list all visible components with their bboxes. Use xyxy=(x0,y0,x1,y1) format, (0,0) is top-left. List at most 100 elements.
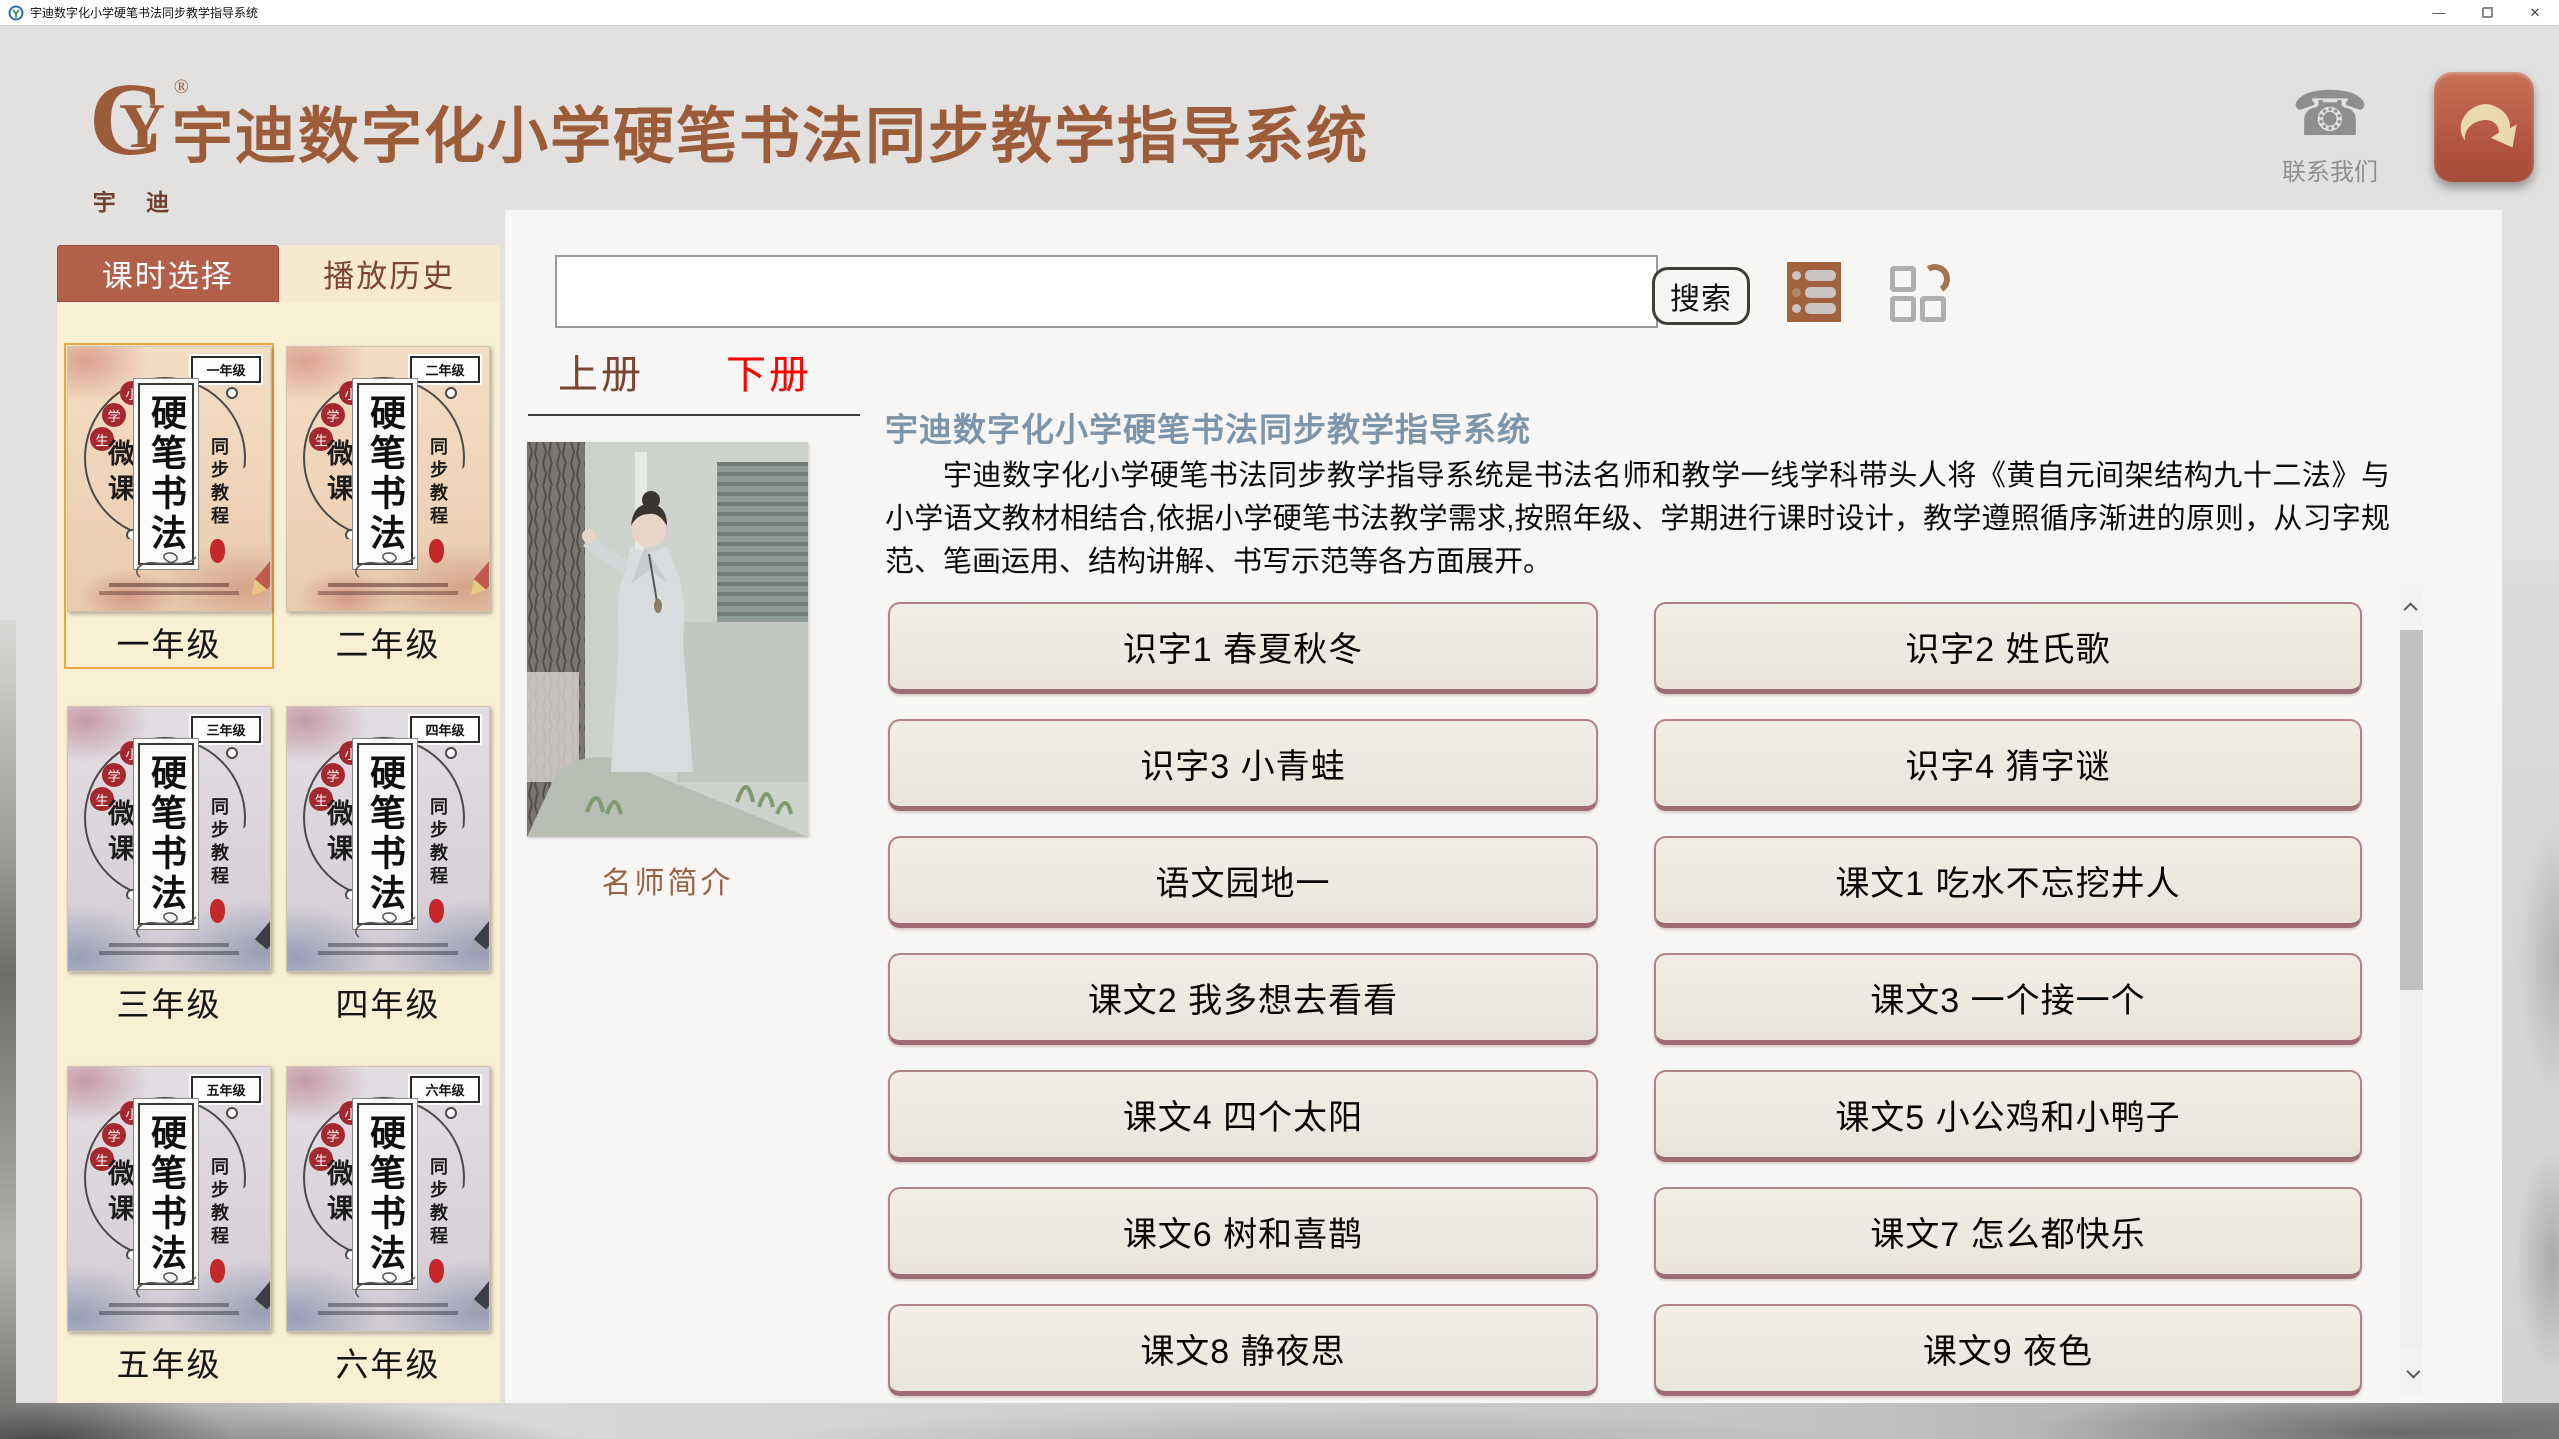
lesson-button[interactable]: 语文园地一 xyxy=(888,836,1598,928)
publisher-line xyxy=(109,943,229,947)
squiggle-decoration xyxy=(349,911,419,946)
red-seal xyxy=(210,899,225,923)
lesson-button[interactable]: 课文3 一个接一个 xyxy=(1654,953,2362,1045)
contact-label: 联系我们 xyxy=(2270,152,2390,187)
red-dot-char: 学 xyxy=(321,1123,345,1147)
grade-label: 三年级 xyxy=(67,978,271,1026)
teacher-caption[interactable]: 名师简介 xyxy=(527,858,808,902)
grade-badge: 一年级 xyxy=(191,356,261,383)
cover-sync-label: 同步教程 xyxy=(425,437,451,529)
cover-sync-label: 同步教程 xyxy=(425,797,451,889)
grade-badge: 五年级 xyxy=(191,1076,261,1103)
cover-title-banner: 硬笔书法 xyxy=(138,383,194,565)
lesson-button[interactable]: 课文9 夜色 xyxy=(1654,1304,2362,1396)
cover-microcourse-label: 微课 xyxy=(319,439,358,509)
red-seal xyxy=(429,539,444,563)
lesson-button[interactable]: 课文8 静夜思 xyxy=(888,1304,1598,1396)
cover-sync-label: 同步教程 xyxy=(206,797,232,889)
lesson-button[interactable]: 课文7 怎么都快乐 xyxy=(1654,1187,2362,1279)
logo-caption: 宇 迪 xyxy=(72,183,202,217)
lesson-button[interactable]: 识字1 春夏秋冬 xyxy=(888,602,1598,694)
publisher-line xyxy=(99,951,239,955)
lesson-button[interactable]: 课文1 吃水不忘挖井人 xyxy=(1654,836,2362,928)
cover-title-banner: 硬笔书法 xyxy=(357,743,413,925)
system-heading: 宇迪数字化小学硬笔书法同步教学指导系统 xyxy=(885,403,1531,451)
cover-title-banner: 硬笔书法 xyxy=(357,1103,413,1285)
ink-painting-left xyxy=(0,620,16,1410)
pencil-icon xyxy=(243,549,271,604)
cover-title-banner: 硬笔书法 xyxy=(138,743,194,925)
publisher-line xyxy=(318,951,458,955)
cover-title-text: 硬笔书法 xyxy=(359,1114,411,1274)
lesson-button[interactable]: 识字3 小青蛙 xyxy=(888,719,1598,811)
lesson-button[interactable]: 识字2 姓氏歌 xyxy=(1654,602,2362,694)
grade-card[interactable]: 二年级 小 学 生 微课 硬笔书法 同步教程 二年级 xyxy=(286,346,490,666)
cover-microcourse-label: 微课 xyxy=(100,1159,139,1229)
publisher-line xyxy=(328,1303,448,1307)
tab-volume-1[interactable]: 上册 xyxy=(558,342,644,400)
red-dot-char: 学 xyxy=(102,403,126,427)
cover-title-banner: 硬笔书法 xyxy=(138,1103,194,1285)
search-button[interactable]: 搜索 xyxy=(1652,267,1750,325)
grade-card[interactable]: 三年级 小 学 生 微课 硬笔书法 同步教程 三年级 xyxy=(67,706,271,1026)
cover-title-text: 硬笔书法 xyxy=(140,754,192,914)
contact-us[interactable]: ☎ 联系我们 xyxy=(2270,80,2390,187)
teacher-photo[interactable] xyxy=(527,442,808,837)
publisher-line xyxy=(318,591,458,595)
publisher-line xyxy=(99,591,239,595)
grade-card[interactable]: 六年级 小 学 生 微课 硬笔书法 同步教程 六年级 xyxy=(286,1066,490,1386)
grade-card[interactable]: 四年级 小 学 生 微课 硬笔书法 同步教程 四年级 xyxy=(286,706,490,1026)
search-input[interactable] xyxy=(555,255,1658,328)
grade-badge: 三年级 xyxy=(191,716,261,743)
brand-title: 宇迪数字化小学硬笔书法同步教学指导系统 xyxy=(172,86,1522,175)
lesson-button[interactable]: 识字4 猜字谜 xyxy=(1654,719,2362,811)
grade-badge: 六年级 xyxy=(410,1076,480,1103)
grade-label: 一年级 xyxy=(67,618,271,666)
scroll-up-button[interactable] xyxy=(2400,585,2423,630)
tab-play-history[interactable]: 播放历史 xyxy=(279,245,501,302)
logo-letter-y: Y xyxy=(119,94,165,158)
tab-lesson-select[interactable]: 课时选择 xyxy=(57,245,279,302)
ink-painting-bottom xyxy=(0,1403,2559,1439)
pencil-icon xyxy=(462,909,490,964)
minimize-button[interactable]: — xyxy=(2415,0,2463,25)
lesson-button[interactable]: 课文5 小公鸡和小鸭子 xyxy=(1654,1070,2362,1162)
grade-badge: 二年级 xyxy=(410,356,480,383)
grade-badge: 四年级 xyxy=(410,716,480,743)
book-cover: 六年级 小 学 生 微课 硬笔书法 同步教程 xyxy=(286,1066,490,1332)
list-view-icon[interactable] xyxy=(1787,262,1841,322)
pencil-icon xyxy=(243,1269,271,1324)
lesson-button[interactable]: 课文2 我多想去看看 xyxy=(888,953,1598,1045)
cover-title-text: 硬笔书法 xyxy=(140,1114,192,1274)
grid-view-icon[interactable] xyxy=(1890,266,1952,322)
cover-sync-label: 同步教程 xyxy=(425,1157,451,1249)
publisher-line xyxy=(99,1311,239,1315)
grade-card[interactable]: 五年级 小 学 生 微课 硬笔书法 同步教程 五年级 xyxy=(67,1066,271,1386)
close-button[interactable]: ✕ xyxy=(2511,0,2559,25)
scroll-down-button[interactable] xyxy=(2400,1350,2423,1395)
grade-card[interactable]: 一年级 小 学 生 微课 硬笔书法 同步教程 一年级 xyxy=(67,346,271,666)
lesson-grid: 识字1 春夏秋冬识字2 姓氏歌识字3 小青蛙识字4 猜字谜语文园地一课文1 吃水… xyxy=(888,602,2362,1396)
restore-icon xyxy=(2482,7,2493,18)
red-dot-char: 学 xyxy=(321,403,345,427)
title-bar: 宇迪数字化小学硬笔书法同步教学指导系统 — ✕ xyxy=(0,0,2559,26)
cover-title-banner: 硬笔书法 xyxy=(357,383,413,565)
publisher-line xyxy=(109,583,229,587)
pencil-icon xyxy=(243,909,271,964)
restore-button[interactable] xyxy=(2463,0,2511,25)
lesson-button[interactable]: 课文4 四个太阳 xyxy=(888,1070,1598,1162)
window-controls: — ✕ xyxy=(2415,0,2559,25)
cover-sync-label: 同步教程 xyxy=(206,437,232,529)
back-button[interactable] xyxy=(2434,72,2534,182)
cover-microcourse-label: 微课 xyxy=(319,1159,358,1229)
red-seal xyxy=(429,899,444,923)
lesson-button[interactable]: 课文6 树和喜鹊 xyxy=(888,1187,1598,1279)
chevron-down-icon xyxy=(2406,1364,2420,1378)
squiggle-decoration xyxy=(130,551,200,586)
tab-volume-2[interactable]: 下册 xyxy=(726,342,812,400)
scrollbar-thumb[interactable] xyxy=(2400,630,2423,990)
grade-label: 四年级 xyxy=(286,978,490,1026)
tabs-underline xyxy=(528,414,860,416)
squiggle-decoration xyxy=(349,1271,419,1306)
system-description: 宇迪数字化小学硬笔书法同步教学指导系统是书法名师和教学一线学科带头人将《黄自元间… xyxy=(885,455,2390,584)
